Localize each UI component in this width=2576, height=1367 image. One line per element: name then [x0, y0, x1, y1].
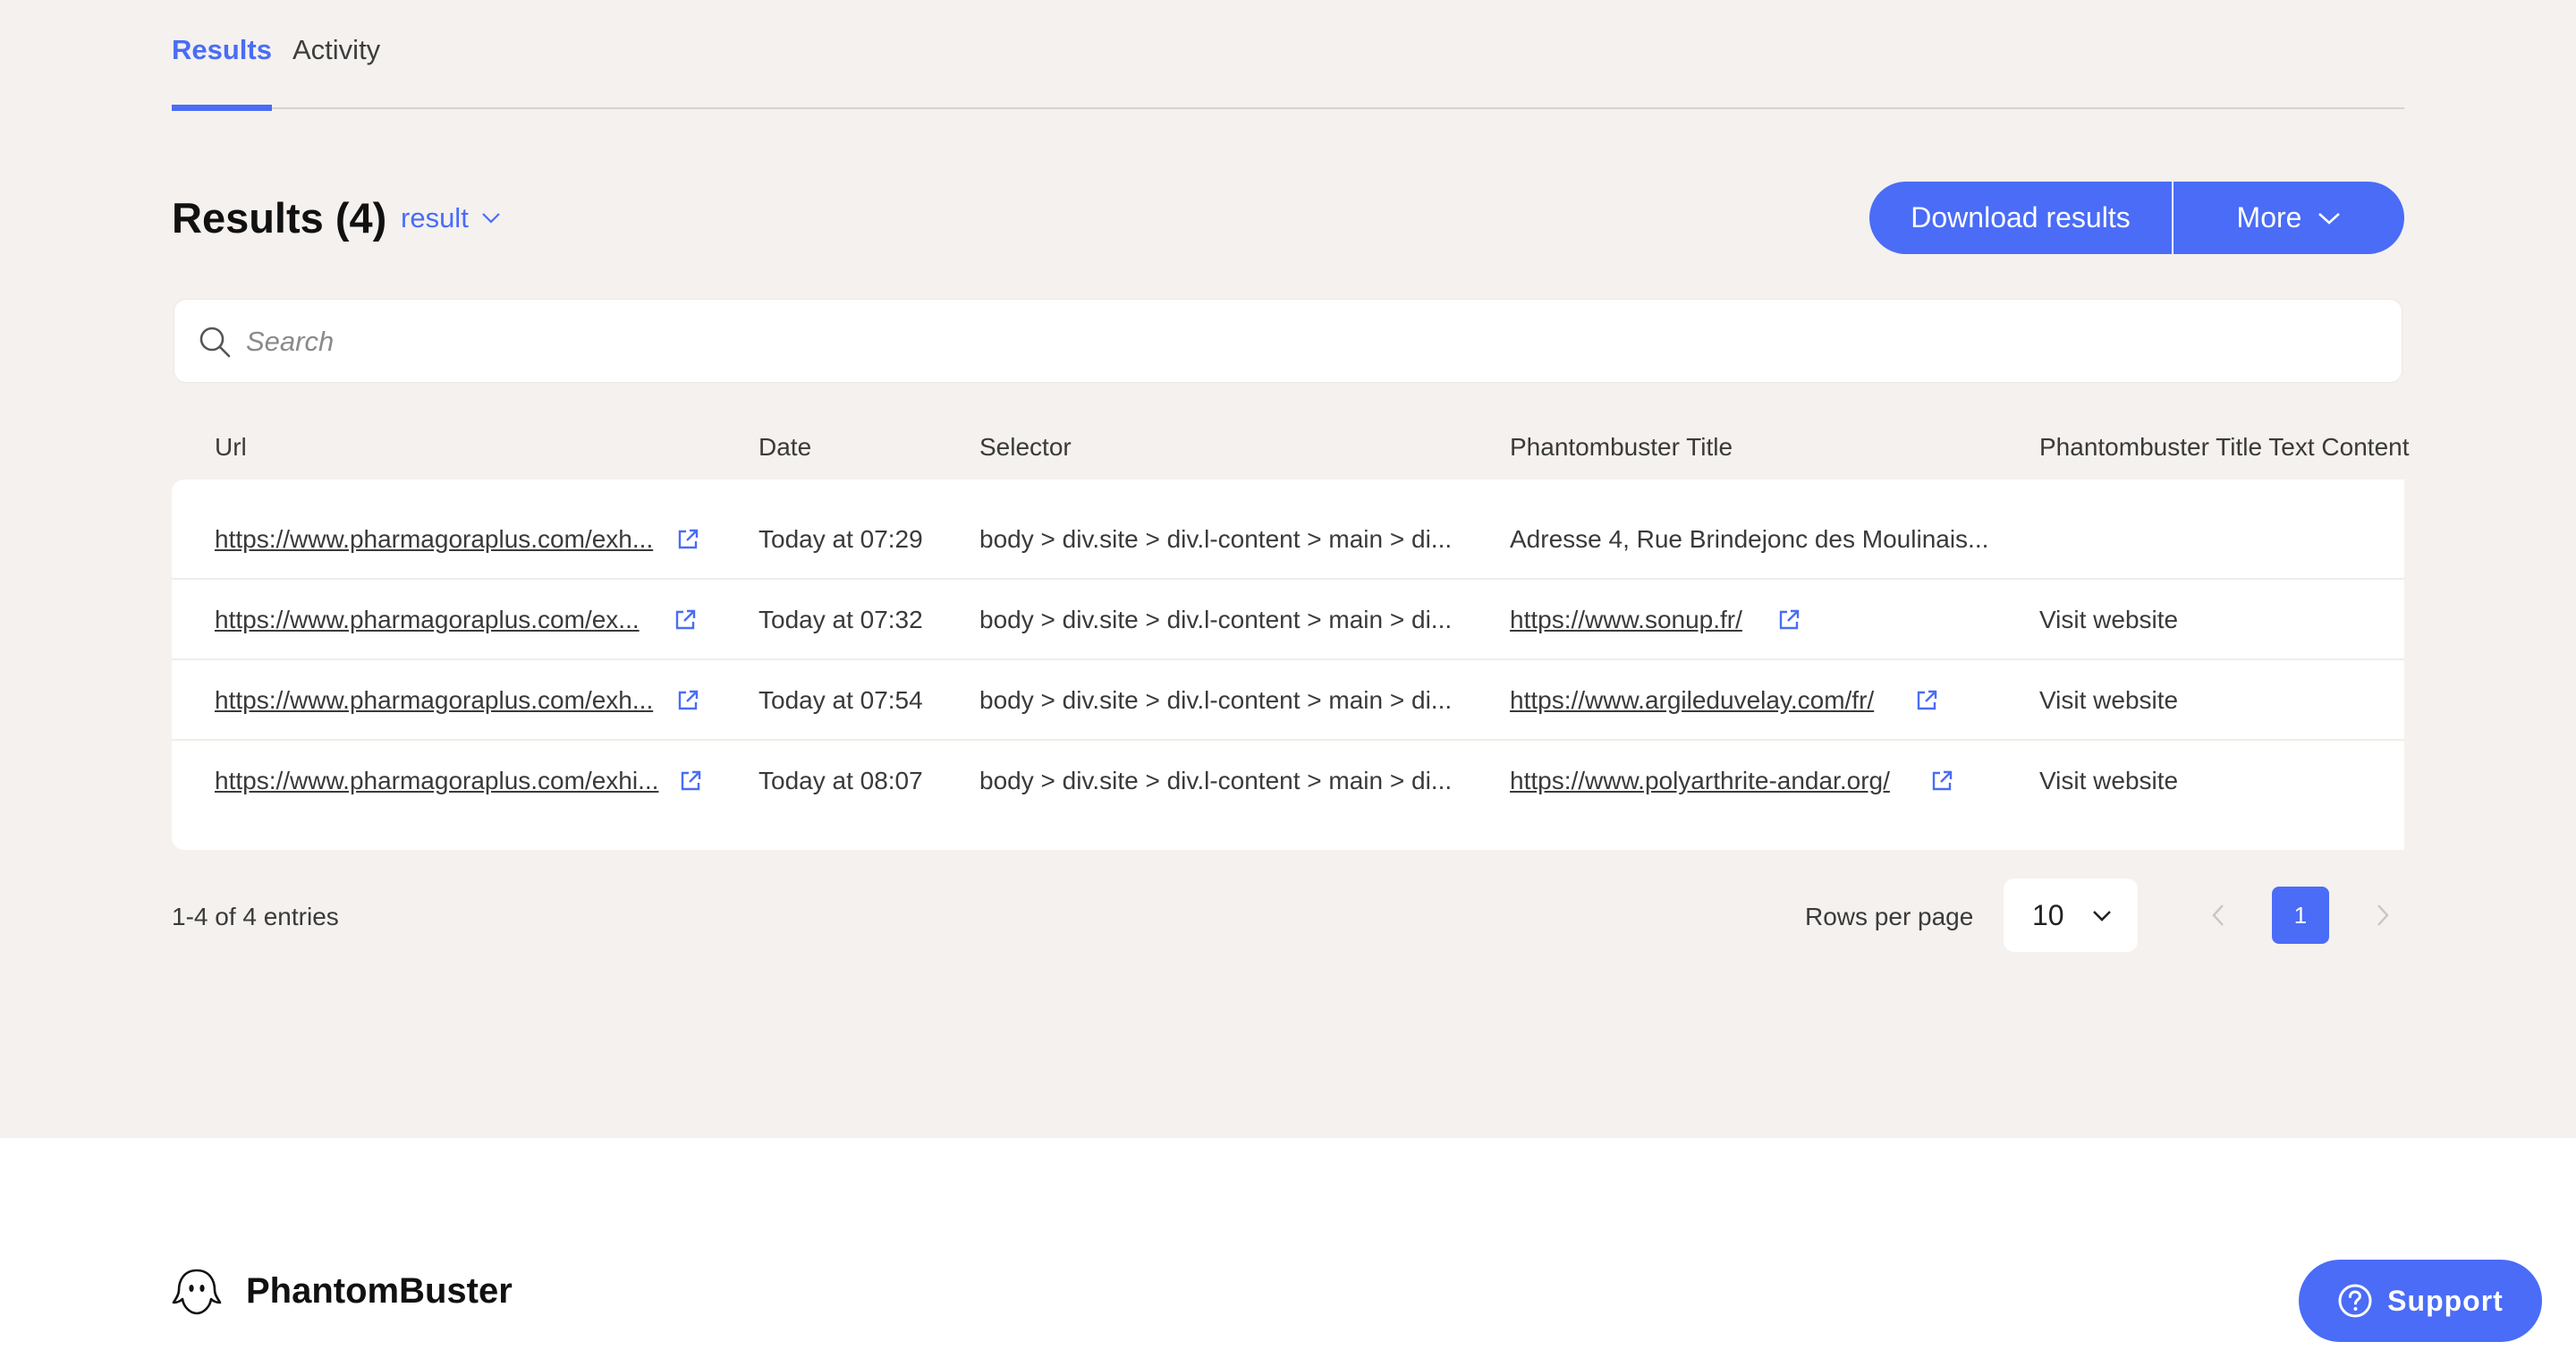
row-title: Adresse 4, Rue Brindejonc des Moulinais.…	[1510, 525, 1989, 553]
phantombuster-logo-icon	[172, 1269, 222, 1315]
row-date: Today at 07:32	[758, 606, 923, 633]
table-row: https://www.pharmagoraplus.com/ex... Tod…	[172, 580, 2404, 660]
results-table: https://www.pharmagoraplus.com/exh... To…	[172, 480, 2404, 850]
entries-count: 1-4 of 4 entries	[172, 903, 339, 930]
row-text-content: Visit website	[2039, 767, 2179, 794]
row-date: Today at 07:54	[758, 686, 923, 714]
tab-bar: Results Activity	[172, 0, 2404, 111]
search-input[interactable]	[246, 318, 2375, 366]
page-title: Results (4)	[172, 194, 387, 242]
more-button-label: More	[2236, 201, 2302, 233]
external-link-icon[interactable]	[1777, 608, 1801, 632]
row-url-link[interactable]: https://www.pharmagoraplus.com/exh...	[215, 522, 653, 557]
column-header-url[interactable]: Url	[215, 429, 247, 465]
column-header-date[interactable]: Date	[758, 429, 811, 465]
result-dropdown-label: result	[401, 202, 469, 233]
column-header-selector[interactable]: Selector	[979, 429, 1072, 465]
row-url-link[interactable]: https://www.pharmagoraplus.com/exhi...	[215, 763, 658, 799]
tab-results[interactable]: Results	[172, 32, 272, 111]
table-row: https://www.pharmagoraplus.com/exh... To…	[172, 499, 2404, 580]
rows-per-page-select[interactable]: 10	[2004, 879, 2138, 952]
main-content: Results Activity Results (4) result Down…	[0, 0, 2576, 1138]
row-selector: body > div.site > div.l-content > main >…	[979, 525, 1453, 553]
row-url-link[interactable]: https://www.pharmagoraplus.com/ex...	[215, 602, 640, 638]
search-icon	[199, 327, 231, 358]
chevron-down-icon	[2093, 911, 2111, 921]
column-header-title[interactable]: Phantombuster Title	[1510, 429, 1733, 465]
row-text-content: Visit website	[2039, 686, 2179, 714]
help-icon	[2338, 1284, 2372, 1318]
chevron-down-icon	[2318, 212, 2341, 225]
table-row: https://www.pharmagoraplus.com/exhi... T…	[172, 741, 2404, 821]
download-results-button[interactable]: Download results	[1869, 182, 2174, 254]
row-text-content: Visit website	[2039, 606, 2179, 633]
row-title-link[interactable]: https://www.sonup.fr/	[1510, 602, 1742, 638]
external-link-icon[interactable]	[676, 689, 699, 712]
result-dropdown[interactable]: result	[401, 200, 501, 236]
row-selector: body > div.site > div.l-content > main >…	[979, 606, 1453, 633]
row-selector: body > div.site > div.l-content > main >…	[979, 686, 1453, 714]
support-button-label: Support	[2387, 1284, 2504, 1317]
column-header-title-text-content[interactable]: Phantombuster Title Text Content	[2039, 429, 2410, 465]
more-button[interactable]: More	[2174, 182, 2404, 254]
previous-page-icon[interactable]	[2206, 902, 2233, 929]
page-button-current[interactable]: 1	[2272, 887, 2329, 944]
external-link-icon[interactable]	[1930, 769, 1953, 793]
table-row: https://www.pharmagoraplus.com/exh... To…	[172, 660, 2404, 741]
rows-per-page-value: 10	[2032, 898, 2064, 931]
results-actions: Download results More	[1869, 182, 2404, 254]
support-button[interactable]: Support	[2299, 1260, 2542, 1342]
brand-name: PhantomBuster	[246, 1271, 513, 1311]
search-bar	[174, 299, 2402, 383]
row-selector: body > div.site > div.l-content > main >…	[979, 767, 1453, 794]
row-title-link[interactable]: https://www.polyarthrite-andar.org/	[1510, 763, 1890, 799]
rows-per-page-label: Rows per page	[1805, 903, 1974, 930]
tab-activity[interactable]: Activity	[292, 32, 380, 109]
row-title-link[interactable]: https://www.argileduvelay.com/fr/	[1510, 683, 1874, 718]
external-link-icon[interactable]	[674, 608, 697, 632]
chevron-down-icon	[482, 213, 500, 224]
row-date: Today at 07:29	[758, 525, 923, 553]
external-link-icon[interactable]	[1915, 689, 1938, 712]
next-page-icon[interactable]	[2368, 902, 2395, 929]
row-date: Today at 08:07	[758, 767, 923, 794]
external-link-icon[interactable]	[679, 769, 702, 793]
external-link-icon[interactable]	[676, 528, 699, 551]
row-url-link[interactable]: https://www.pharmagoraplus.com/exh...	[215, 683, 653, 718]
